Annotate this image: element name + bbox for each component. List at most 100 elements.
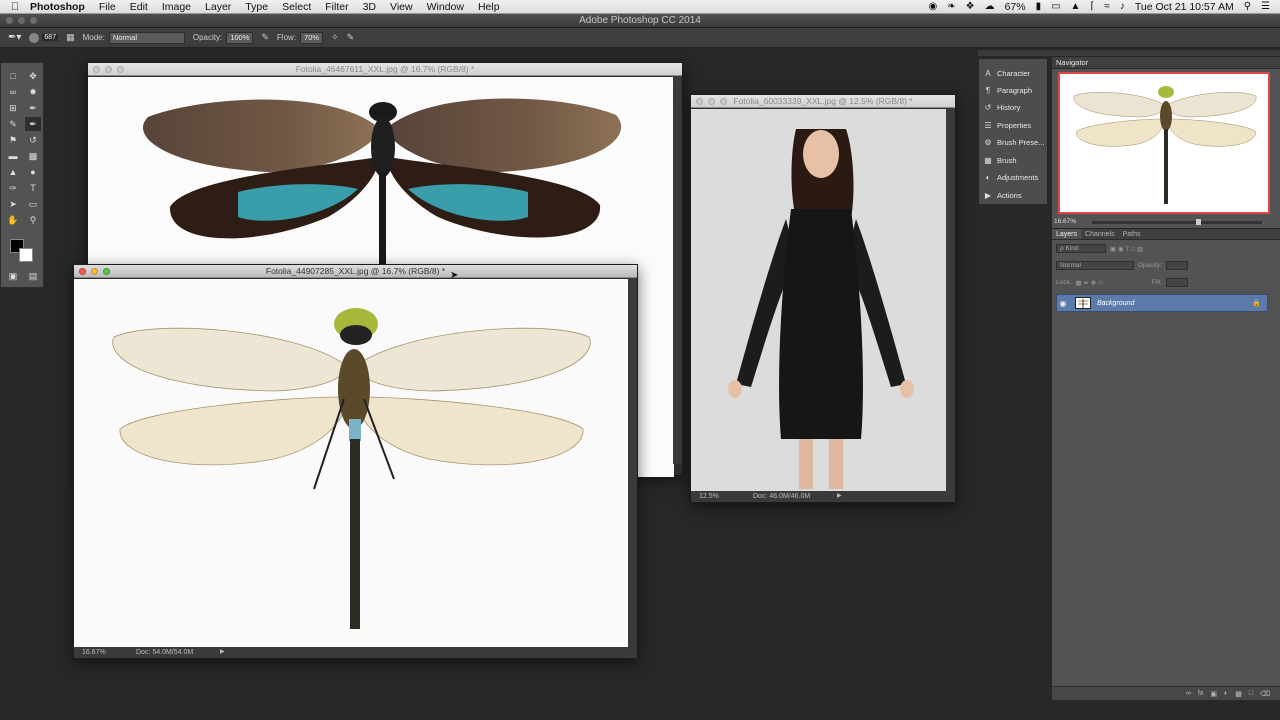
evernote-icon[interactable]: ❧ [947,1,955,12]
menu-file[interactable]: File [99,1,116,13]
blur-tool-icon[interactable]: ▲ [5,165,21,179]
zoom-dot[interactable] [117,66,124,73]
crop-tool-icon[interactable]: ⊞ [5,101,21,115]
quick-select-tool-icon[interactable]: ✸ [25,85,41,99]
volume-icon[interactable]: ♪ [1120,1,1125,12]
tab-paths[interactable]: Paths [1119,229,1145,239]
zoom-level[interactable]: 16.67% [82,647,106,658]
document-title-bar[interactable]: Fotolia_60033339_XXL.jpg @ 12.5% (RGB/8)… [691,95,955,108]
dock-item-character[interactable]: A Character [979,65,1049,82]
brush-preset-picker[interactable]: 687 [29,32,59,43]
menu-image[interactable]: Image [162,1,191,13]
vertical-scrollbar[interactable] [673,76,682,464]
eyedropper-tool-icon[interactable]: ✒ [25,101,41,115]
visibility-eye-icon[interactable]: ◉ [1057,299,1069,308]
flow-field[interactable]: 70% [300,31,324,44]
dock-item-actions[interactable]: ▶ Actions [979,187,1049,204]
blend-mode-select[interactable]: Normal [1056,261,1134,270]
zoom-level[interactable]: 12.5% [699,491,719,502]
layer-fill-field[interactable] [1165,278,1188,287]
minimize-dot[interactable] [708,98,715,105]
navigator-preview[interactable] [1058,72,1270,214]
dock-item-paragraph[interactable]: ¶ Paragraph [979,82,1049,99]
kind-filter-select[interactable]: ρ Kind [1056,244,1106,253]
dropbox-icon[interactable]: ❖ [966,1,975,12]
layer-opacity-field[interactable] [1165,261,1188,270]
app-menu[interactable]: Photoshop [30,1,85,13]
vertical-scrollbar[interactable] [946,108,955,491]
shape-tool-icon[interactable]: ▭ [25,197,41,211]
hand-tool-icon[interactable]: ✋ [5,213,21,227]
menu-view[interactable]: View [390,1,413,13]
zoom-slider-knob[interactable] [1196,219,1201,225]
navigator-zoom[interactable]: 16.67% [1054,218,1076,225]
layer-lock-icon[interactable]: 🔒 [1252,299,1261,307]
clone-stamp-tool-icon[interactable]: ⚑ [5,133,21,147]
dock-item-history[interactable]: ↺ History [979,99,1049,116]
battery-percent[interactable]: 67% [1005,1,1026,13]
minimize-dot[interactable] [105,66,112,73]
display-icon[interactable]: ▭ [1051,1,1060,12]
delete-layer-icon[interactable]: ⌫ [1260,690,1270,698]
tab-channels[interactable]: Channels [1081,229,1119,239]
status-menu-arrow-icon[interactable]: ▶ [220,647,225,658]
layer-row-background[interactable]: ◉ Background 🔒 [1056,294,1268,312]
close-dot[interactable] [696,98,703,105]
navigator-zoom-slider[interactable] [1092,219,1262,225]
document-window-dragonfly[interactable]: Fotolia_44907285_XXL.jpg @ 16.7% (RGB/8)… [73,264,638,659]
document-title-bar[interactable]: Fotolia_44907285_XXL.jpg @ 16.7% (RGB/8)… [74,265,637,278]
adjustment-layer-icon[interactable]: ◐ [1224,690,1228,697]
creative-cloud-icon[interactable]: ☁ [985,1,995,12]
type-tool-icon[interactable]: T [25,181,41,195]
eraser-tool-icon[interactable]: ▬ [5,149,21,163]
time-machine-icon[interactable]: ▲ [1071,1,1081,12]
path-select-tool-icon[interactable]: ➤ [5,197,21,211]
filter-icons[interactable]: ▣ ◉ T □ ▨ [1110,245,1143,253]
bluetooth-icon[interactable]: ⌈ [1090,1,1094,12]
brush-panel-toggle-icon[interactable]: ▦ [66,32,75,43]
dock-item-adjustments[interactable]: ◐ Adjustments [979,169,1049,186]
battery-icon[interactable]: ▮ [1036,1,1042,12]
menu-layer[interactable]: Layer [205,1,231,13]
document-title-bar[interactable]: Fotolia_46467611_XXL.jpg @ 16.7% (RGB/8)… [88,63,682,76]
status-menu-arrow-icon[interactable]: ▶ [837,491,842,502]
opacity-pressure-icon[interactable]: ✎ [261,32,269,43]
airbrush-icon[interactable]: ✧ [331,32,339,43]
dodge-tool-icon[interactable]: ● [25,165,41,179]
document-canvas[interactable] [74,279,629,649]
brush-tool-icon[interactable]: ✒▾ [8,32,21,43]
layer-name[interactable]: Background [1097,300,1134,307]
screen-mode-icon[interactable]: ▤ [25,269,41,283]
apple-icon[interactable]:  [0,1,30,13]
mode-select[interactable]: Normal [108,31,185,44]
spotlight-icon[interactable]: ⚲ [1244,1,1251,12]
document-canvas[interactable] [691,109,947,493]
navigator-tab[interactable]: Navigator [1052,57,1280,69]
gradient-tool-icon[interactable]: ▩ [25,149,41,163]
background-color-swatch[interactable] [19,248,33,262]
tab-layers[interactable]: Layers [1052,229,1082,239]
menu-3d[interactable]: 3D [363,1,376,13]
opacity-field[interactable]: 100% [226,31,254,44]
history-brush-tool-icon[interactable]: ↺ [25,133,41,147]
layer-style-icon[interactable]: fx [1198,690,1203,697]
lock-icons[interactable]: ▦ ✒ ✥ ☉ [1076,279,1104,287]
quick-mask-icon[interactable]: ▣ [5,269,21,283]
add-mask-icon[interactable]: ▣ [1210,690,1217,698]
dock-item-brush-presets[interactable]: ⚙ Brush Prese... [979,134,1049,151]
zoom-tool-icon[interactable]: ⚲ [25,213,41,227]
healing-brush-tool-icon[interactable]: ✎ [5,117,21,131]
menu-select[interactable]: Select [282,1,311,13]
new-layer-icon[interactable]: □ [1249,690,1253,697]
menu-help[interactable]: Help [478,1,500,13]
brush-tool-icon[interactable]: ✒ [25,117,41,131]
zoom-dot[interactable] [720,98,727,105]
marquee-tool-icon[interactable]: □ [5,69,21,83]
lasso-tool-icon[interactable]: ∞ [5,85,21,99]
menu-edit[interactable]: Edit [130,1,148,13]
menu-type[interactable]: Type [245,1,268,13]
dock-item-properties[interactable]: ☰ Properties [979,117,1049,134]
notification-center-icon[interactable]: ☰ [1261,1,1270,12]
move-tool-icon[interactable]: ✥ [25,69,41,83]
wifi-icon[interactable]: ≈ [1104,1,1110,12]
